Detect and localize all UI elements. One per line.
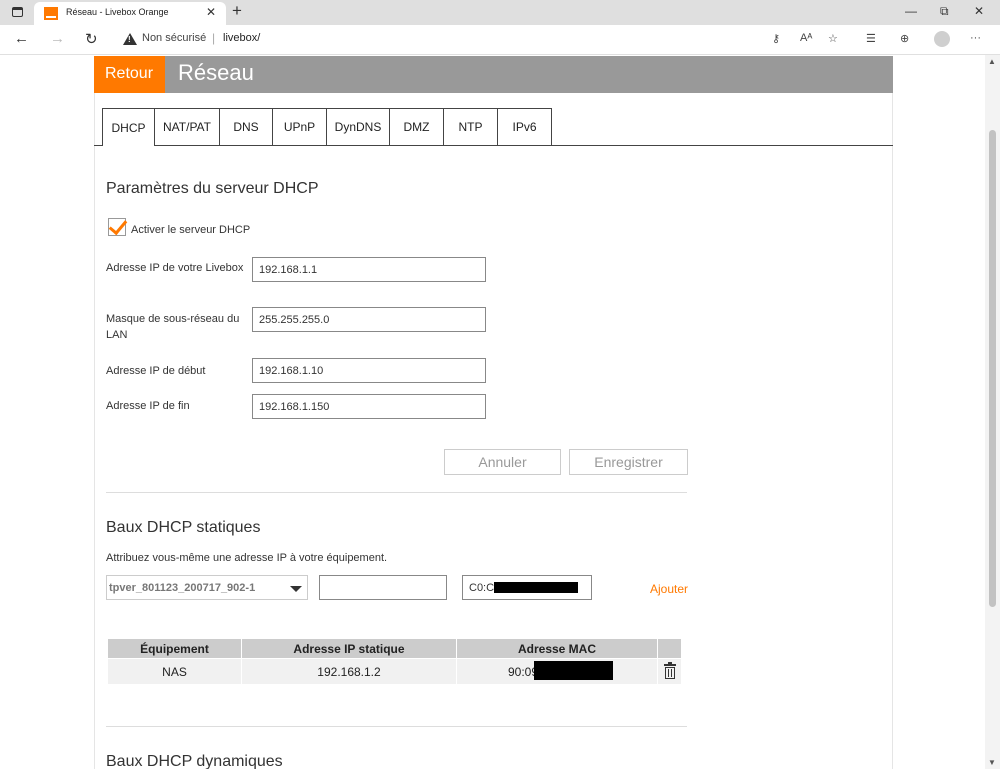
tab-title: Réseau - Livebox Orange xyxy=(66,7,169,17)
more-menu-icon[interactable]: ··· xyxy=(970,32,981,44)
profile-avatar-icon[interactable] xyxy=(934,31,950,47)
livebox-ip-input[interactable] xyxy=(252,257,486,282)
restore-icon[interactable]: ⧉ xyxy=(940,4,949,19)
forward-arrow-icon[interactable]: → xyxy=(50,30,65,47)
save-button[interactable]: Enregistrer xyxy=(569,449,688,475)
column-header-action xyxy=(658,639,681,658)
scroll-up-icon[interactable]: ▲ xyxy=(988,57,996,66)
orange-favicon-icon xyxy=(44,7,58,20)
tab-nat-pat[interactable]: NAT/PAT xyxy=(155,108,220,146)
tab-upnp[interactable]: UPnP xyxy=(273,108,327,146)
refresh-icon[interactable]: ↻ xyxy=(85,30,98,48)
trash-icon[interactable] xyxy=(664,662,676,679)
subnet-mask-input[interactable] xyxy=(252,307,486,332)
window-close-icon[interactable]: ✕ xyxy=(974,4,984,18)
tab-bar: DHCP NAT/PAT DNS UPnP DynDNS DMZ NTP IPv… xyxy=(102,108,552,146)
subnet-mask-label: Masque de sous-réseau du LAN xyxy=(106,313,240,341)
favorites-list-icon[interactable]: ☰ xyxy=(866,32,876,45)
tab-close-icon[interactable]: ✕ xyxy=(206,5,216,19)
static-ip-input[interactable] xyxy=(319,575,447,600)
tab-ipv6[interactable]: IPv6 xyxy=(498,108,552,146)
browser-tab[interactable]: Réseau - Livebox Orange ✕ xyxy=(34,2,226,25)
tab-dyndns[interactable]: DynDNS xyxy=(327,108,390,146)
scroll-thumb[interactable] xyxy=(989,130,996,607)
page-title: Réseau xyxy=(178,60,254,85)
read-aloud-icon[interactable]: Aᴬ xyxy=(800,32,812,44)
minimize-icon[interactable]: — xyxy=(905,4,917,18)
warning-icon[interactable] xyxy=(123,33,137,45)
dynamic-leases-heading: Baux DHCP dynamiques xyxy=(106,753,283,769)
table-cell-device: NAS xyxy=(108,659,241,684)
tab-actions-icon[interactable] xyxy=(12,7,23,17)
tab-dns[interactable]: DNS xyxy=(220,108,273,146)
scroll-down-icon[interactable]: ▼ xyxy=(988,758,996,767)
collections-icon[interactable]: ⊕ xyxy=(900,32,909,45)
cancel-button[interactable]: Annuler xyxy=(444,449,561,475)
back-button[interactable]: Retour xyxy=(94,56,165,93)
livebox-ip-label: Adresse IP de votre Livebox xyxy=(106,262,244,274)
end-ip-input[interactable] xyxy=(252,394,486,419)
redaction-bar xyxy=(494,582,578,593)
browser-tabstrip: Réseau - Livebox Orange ✕ + — ⧉ ✕ xyxy=(0,0,1000,25)
dhcp-server-heading: Paramètres du serveur DHCP xyxy=(106,180,319,197)
table-cell-ip: 192.168.1.2 xyxy=(242,659,456,684)
start-ip-label: Adresse IP de début xyxy=(106,365,206,377)
enable-dhcp-checkbox[interactable] xyxy=(108,218,126,236)
start-ip-input[interactable] xyxy=(252,358,486,383)
tabs-baseline xyxy=(94,145,102,146)
address-separator: | xyxy=(212,31,216,45)
key-icon[interactable]: ⚷ xyxy=(772,32,780,45)
column-header-device: Équipement xyxy=(108,639,241,658)
section-divider xyxy=(106,726,687,727)
page-content: Retour Réseau DHCP NAT/PAT DNS UPnP DynD… xyxy=(0,56,985,769)
new-tab-icon[interactable]: + xyxy=(232,1,242,21)
page-scrollbar[interactable]: ▲ ▼ xyxy=(985,55,1000,769)
static-leases-hint: Attribuez vous-même une adresse IP à vot… xyxy=(106,552,388,564)
column-header-mac: Adresse MAC xyxy=(457,639,657,658)
favorite-star-icon[interactable]: ☆ xyxy=(828,32,838,45)
chevron-down-icon[interactable] xyxy=(290,586,302,592)
redaction-bar xyxy=(534,661,613,680)
column-header-static-ip: Adresse IP statique xyxy=(242,639,456,658)
tabs-baseline-right xyxy=(551,145,893,146)
tab-dhcp[interactable]: DHCP xyxy=(102,108,155,146)
tab-ntp[interactable]: NTP xyxy=(444,108,498,146)
device-select[interactable]: tpver_801123_200717_902-1 xyxy=(106,575,308,600)
back-arrow-icon[interactable]: ← xyxy=(14,30,29,47)
tab-dmz[interactable]: DMZ xyxy=(390,108,444,146)
insecure-label[interactable]: Non sécurisé xyxy=(142,32,206,44)
address-url[interactable]: livebox/ xyxy=(223,32,260,44)
static-leases-heading: Baux DHCP statiques xyxy=(106,519,261,536)
add-link[interactable]: Ajouter xyxy=(650,582,688,596)
section-divider xyxy=(106,492,687,493)
end-ip-label: Adresse IP de fin xyxy=(106,400,190,412)
browser-toolbar: ← → ↻ Non sécurisé | livebox/ ⚷ Aᴬ ☆ ☰ ⊕… xyxy=(0,25,1000,55)
enable-dhcp-label[interactable]: Activer le serveur DHCP xyxy=(131,224,250,236)
